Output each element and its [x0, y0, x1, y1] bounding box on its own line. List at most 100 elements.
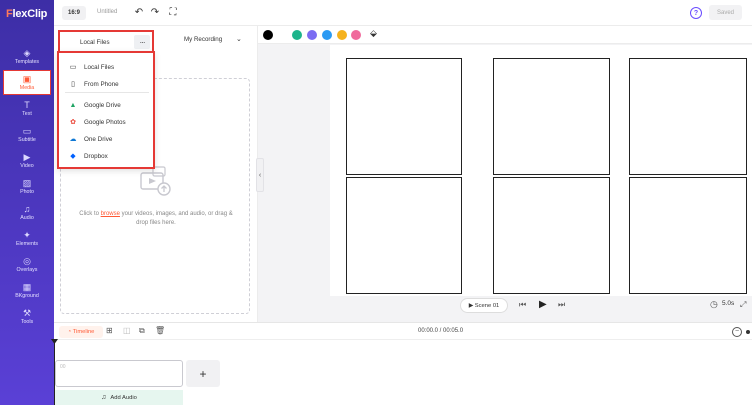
source-dropdown-menu: ▭ Local Files ▯ From Phone ▲ Google Drive ✿ Goo… — [57, 51, 155, 169]
sidebar-item-label: Media — [19, 85, 35, 91]
sidebar-item-label: Photo — [20, 189, 34, 195]
skip-forward-icon[interactable]: ⏭ — [558, 300, 565, 310]
grid-cell[interactable] — [346, 58, 462, 175]
fullscreen-icon[interactable]: ⛶ — [167, 6, 179, 19]
duplicate-icon[interactable]: ⧉ — [139, 326, 145, 336]
skip-back-icon[interactable]: ⏮ — [519, 300, 526, 310]
grid-cell[interactable] — [629, 58, 747, 175]
sidebar-item-label: Text — [22, 111, 32, 117]
grid-cell[interactable] — [493, 177, 610, 294]
menu-item-label: Google Photos — [84, 118, 126, 126]
flexclip-logo[interactable]: FlexClip — [6, 8, 47, 20]
sidebar-item-templates[interactable]: ◈ Templates — [3, 44, 51, 69]
monitor-icon: ▭ — [69, 64, 77, 71]
sidebar-item-label: Overlays — [16, 267, 38, 273]
menu-item-google-drive[interactable]: ▲ Google Drive — [59, 97, 153, 113]
recording-selector[interactable]: My Recording — [184, 36, 222, 43]
color-swatch[interactable] — [263, 30, 273, 40]
sidebar-item-label: BKground — [15, 293, 39, 299]
source-label: Local Files — [80, 39, 110, 46]
color-swatch[interactable] — [292, 30, 302, 40]
photo-icon: ▨ — [22, 178, 32, 188]
color-toolbar: ⬙ — [258, 26, 752, 44]
elements-icon: ✦ — [23, 230, 31, 240]
timeline-toggle-button[interactable]: ◔ Timeline — [59, 326, 103, 338]
zoom-slider-handle[interactable] — [746, 330, 750, 334]
playhead[interactable] — [54, 340, 55, 405]
sidebar-item-label: Subtitle — [18, 137, 36, 143]
playback-bar: ▶ Scene 01 ⏮ ▶ ⏭ ◷ 5.0s ⤢ — [258, 296, 752, 318]
chevron-down-icon[interactable]: ⌄ — [236, 35, 242, 43]
paint-bucket-icon[interactable]: ⬙ — [370, 28, 377, 39]
background-icon: ▦ — [22, 282, 32, 292]
menu-item-label: Local Files — [84, 63, 115, 71]
menu-divider — [65, 92, 149, 93]
scene-selector[interactable]: ▶ Scene 01 — [460, 298, 508, 313]
sidebar-item-video[interactable]: ▶ Video — [3, 148, 51, 173]
grid-cell[interactable] — [493, 58, 610, 175]
grid-cell[interactable] — [629, 177, 747, 294]
sidebar-item-tools[interactable]: ⚒ Tools — [3, 304, 51, 329]
timeline-toolbar: ◔ Timeline ⊞ ◫ ⧉ 🗑 00:00.0 / 00:05.0 − — [54, 322, 752, 340]
more-options-button[interactable]: ··· — [134, 35, 150, 49]
sidebar-item-bkground[interactable]: ▦ BKground — [3, 278, 51, 303]
sidebar-item-label: Templates — [14, 59, 40, 65]
delete-icon[interactable]: 🗑 — [155, 326, 165, 335]
menu-item-one-drive[interactable]: ☁ One Drive — [59, 131, 153, 147]
aspect-ratio-button[interactable]: 16:9 — [62, 6, 86, 20]
help-icon[interactable]: ? — [690, 7, 702, 19]
phone-icon: ▯ — [71, 81, 75, 88]
video-icon: ▶ — [23, 152, 31, 162]
zoom-out-icon[interactable]: − — [732, 327, 742, 337]
browse-link[interactable]: browse — [101, 211, 120, 217]
collapse-panel-button[interactable]: ‹ — [256, 158, 264, 192]
menu-item-dropbox[interactable]: ◆ Dropbox — [59, 148, 153, 164]
menu-item-label: Google Drive — [84, 101, 121, 109]
color-swatch[interactable] — [322, 30, 332, 40]
menu-item-label: From Phone — [84, 80, 119, 88]
sidebar-item-overlays[interactable]: ◎ Overlays — [3, 252, 51, 277]
clip-number: 00 — [60, 364, 66, 370]
color-swatch[interactable] — [337, 30, 347, 40]
video-canvas[interactable] — [330, 45, 752, 296]
menu-item-google-photos[interactable]: ✿ Google Photos — [59, 114, 153, 130]
sidebar-item-label: Elements — [15, 241, 39, 247]
add-scene-button[interactable]: + — [186, 360, 220, 387]
menu-item-from-phone[interactable]: ▯ From Phone — [59, 76, 153, 92]
menu-item-local-files[interactable]: ▭ Local Files — [59, 59, 153, 75]
scene-clip[interactable]: 00 — [55, 360, 183, 387]
sidebar-item-subtitle[interactable]: ▭ Subtitle — [3, 122, 51, 147]
sidebar-item-media[interactable]: ▣ Media — [3, 70, 51, 95]
menu-item-label: Dropbox — [84, 152, 108, 160]
color-swatch[interactable] — [307, 30, 317, 40]
sidebar-item-elements[interactable]: ✦ Elements — [3, 226, 51, 251]
color-swatch[interactable] — [351, 30, 361, 40]
layers-icon: ◈ — [23, 48, 31, 58]
add-audio-button[interactable]: ♫ Add Audio — [55, 390, 183, 405]
saved-button[interactable]: Saved — [709, 5, 742, 20]
google-drive-icon: ▲ — [69, 101, 77, 109]
subtitle-icon: ▭ — [22, 126, 32, 136]
grid-cell[interactable] — [346, 177, 462, 294]
project-title[interactable]: Untitled — [97, 9, 117, 15]
expand-icon[interactable]: ⤢ — [740, 300, 746, 310]
sidebar-item-text[interactable]: T Text — [3, 96, 51, 121]
sidebar-item-label: Video — [20, 163, 34, 169]
sidebar-item-photo[interactable]: ▨ Photo — [3, 174, 51, 199]
sidebar-item-label: Audio — [20, 215, 34, 221]
add-scene-icon[interactable]: ⊞ — [106, 326, 113, 335]
music-note-icon: ♫ — [101, 394, 107, 401]
play-icon[interactable]: ▶ — [539, 299, 547, 310]
dropzone-text: Click to browse your videos, images, and… — [79, 211, 233, 226]
dropbox-icon: ◆ — [70, 153, 76, 160]
split-icon[interactable]: ◫ — [123, 326, 131, 335]
undo-icon[interactable]: ↶ — [133, 6, 145, 19]
redo-icon[interactable]: ↷ — [149, 6, 161, 19]
media-icon: ▣ — [22, 74, 32, 84]
timeline-time: 00:00.0 / 00:05.0 — [418, 328, 464, 334]
sidebar-item-audio[interactable]: ♫ Audio — [3, 200, 51, 225]
clock-icon: ◷ — [710, 299, 718, 309]
upload-illustration-icon — [140, 166, 171, 196]
scene-duration[interactable]: 5.0s — [722, 300, 734, 307]
sidebar-item-label: Tools — [20, 319, 34, 325]
